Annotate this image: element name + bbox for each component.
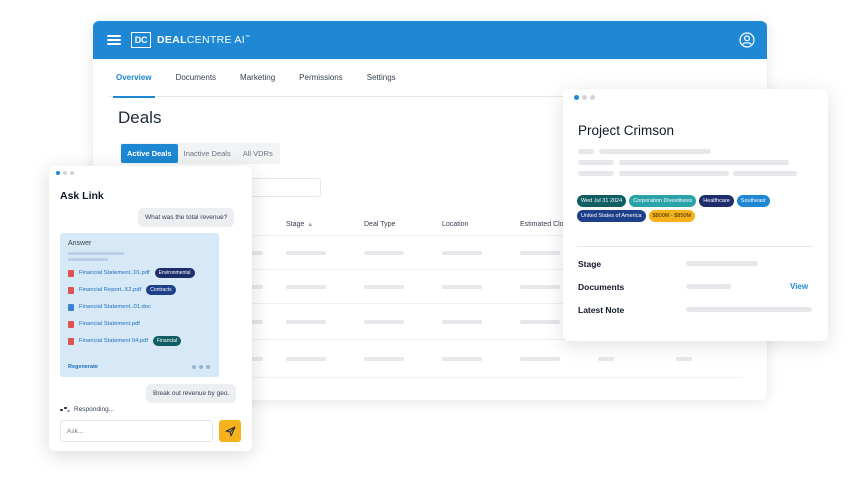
source-file-row[interactable]: Financial Statement..01.pdf Environmenta… xyxy=(68,268,195,278)
window-dots xyxy=(56,171,74,175)
status-text: Responding... xyxy=(74,406,115,413)
file-name: Financial Statement.pdf xyxy=(79,321,140,327)
tag-region: Southeast xyxy=(736,195,770,207)
tab-permissions[interactable]: Permissions xyxy=(292,59,350,97)
file-name: Financial Statement..01.doc xyxy=(79,304,151,310)
menu-icon[interactable] xyxy=(107,35,121,45)
brand-name: DEALCENTRE AI™ xyxy=(157,34,251,46)
tab-settings[interactable]: Settings xyxy=(360,59,403,97)
column-header-estimated-close[interactable]: Estimated Clo xyxy=(520,221,564,228)
tag-country: United States of America xyxy=(577,210,646,222)
user-account-icon[interactable] xyxy=(739,32,755,48)
tab-marketing[interactable]: Marketing xyxy=(233,59,282,97)
table-row-divider xyxy=(243,377,743,378)
loading-spinner-icon xyxy=(60,406,70,413)
responding-status: Responding... xyxy=(60,406,114,413)
logo-mark: DC xyxy=(131,32,151,48)
deal-filter-tabs: Active Deals Inactive Deals All VDRs xyxy=(120,143,280,164)
answer-label: Answer xyxy=(68,240,92,247)
ask-link-title: Ask Link xyxy=(60,190,104,202)
top-bar: DC DEALCENTRE AI™ xyxy=(93,21,767,59)
file-tag: Contracts xyxy=(146,285,176,295)
source-file-row[interactable]: Financial Report..X2.pdf Contracts xyxy=(68,285,176,295)
column-header-deal-type[interactable]: Deal Type xyxy=(364,221,395,228)
page-title: Deals xyxy=(118,108,162,127)
source-file-row[interactable]: Financial Statement.pdf xyxy=(68,319,145,329)
doc-file-icon xyxy=(68,303,74,311)
tab-documents[interactable]: Documents xyxy=(169,59,223,97)
file-name: Financial Statement 04.pdf xyxy=(79,338,148,344)
tag-deal-size: $800M - $850M xyxy=(648,210,696,222)
latest-note-label: Latest Note xyxy=(578,305,625,315)
file-name: Financial Statement..01.pdf xyxy=(79,270,150,276)
pdf-file-icon xyxy=(68,286,74,294)
sort-icon: ▲ xyxy=(307,222,314,228)
more-options-icon[interactable] xyxy=(192,365,210,369)
search-input[interactable] xyxy=(249,178,321,197)
column-header-location[interactable]: Location xyxy=(442,221,468,228)
tag-industry: Healthcare xyxy=(699,195,734,207)
user-question-bubble: Break out revenue by geo. xyxy=(146,384,237,403)
send-button[interactable] xyxy=(219,420,241,442)
window-dots xyxy=(574,95,595,100)
file-tag: Environmental xyxy=(154,268,195,278)
tag-deal-type: Corporation Divestitures xyxy=(629,195,697,207)
pdf-file-icon xyxy=(68,320,74,328)
documents-view-link[interactable]: View xyxy=(790,282,808,291)
column-header-stage[interactable]: Stage ▲ xyxy=(286,221,313,228)
project-tags: Wed Jul 31 2024 Corporation Divestitures… xyxy=(577,195,812,222)
project-detail-card: Project Crimson Wed Jul 31 2024 Corporat… xyxy=(563,89,828,341)
tab-overview[interactable]: Overview xyxy=(109,59,159,98)
project-title: Project Crimson xyxy=(578,123,675,138)
ask-link-panel: Ask Link What was the total revenue? Ans… xyxy=(49,166,252,451)
file-tag: Financial xyxy=(152,336,181,346)
filter-active-deals[interactable]: Active Deals xyxy=(121,144,178,163)
pdf-file-icon xyxy=(68,337,74,345)
tag-date: Wed Jul 31 2024 xyxy=(577,195,627,207)
pdf-file-icon xyxy=(68,269,74,277)
send-icon xyxy=(225,426,235,436)
file-name: Financial Report..X2.pdf xyxy=(79,287,142,293)
divider xyxy=(577,246,813,247)
answer-card: Answer Financial Statement..01.pdf Envir… xyxy=(60,233,219,377)
regenerate-button[interactable]: Regenerate xyxy=(68,364,98,370)
user-question-bubble: What was the total revenue? xyxy=(138,208,235,227)
source-file-row[interactable]: Financial Statement 04.pdf Financial xyxy=(68,336,181,346)
source-file-row[interactable]: Financial Statement..01.doc xyxy=(68,302,156,312)
stage-label: Stage xyxy=(578,259,602,269)
filter-inactive-deals[interactable]: Inactive Deals xyxy=(178,144,237,163)
documents-label: Documents xyxy=(578,282,625,292)
filter-all-vdrs[interactable]: All VDRs xyxy=(237,144,279,163)
ask-input[interactable] xyxy=(60,420,213,442)
